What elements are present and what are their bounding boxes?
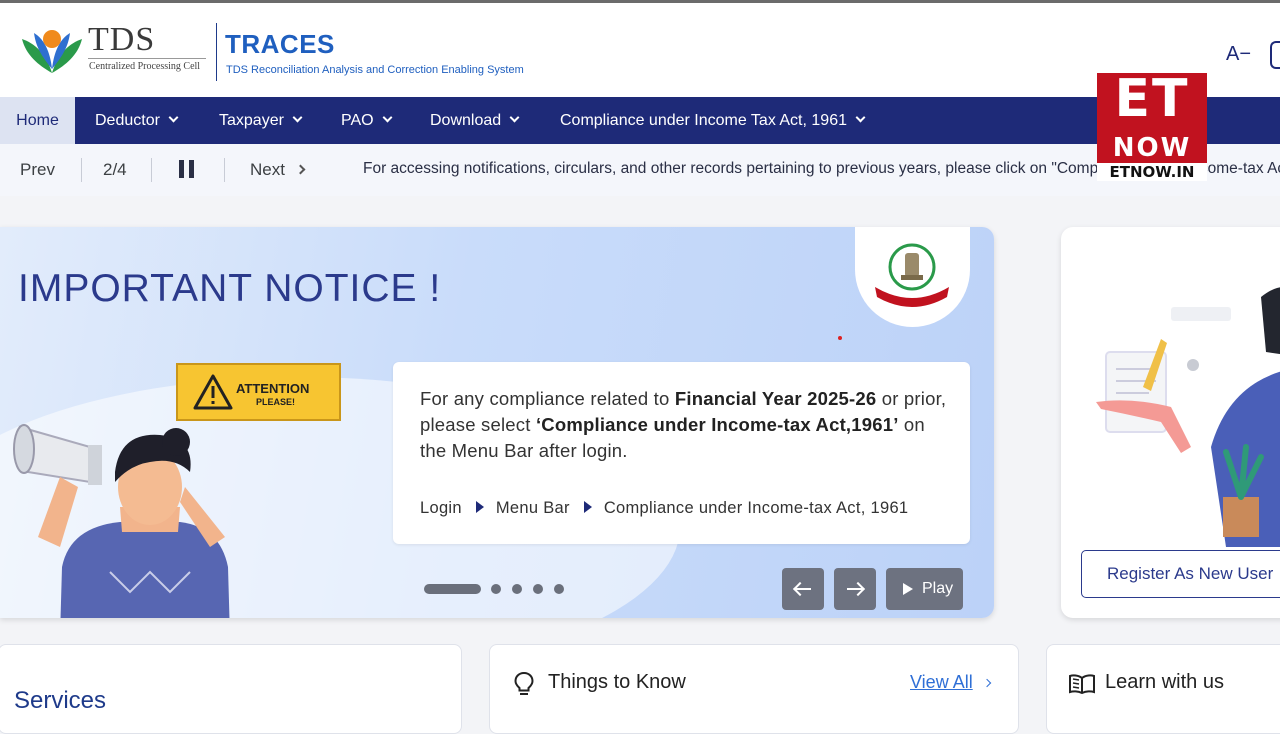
nav-pao-label: PAO: [341, 112, 374, 129]
nav-download-label: Download: [430, 112, 502, 129]
document-signing-illustration: [1096, 287, 1280, 547]
play-icon: [903, 583, 913, 595]
carousel-next-button[interactable]: [834, 568, 876, 610]
megaphone-person-illustration: [13, 424, 230, 618]
nav-pao[interactable]: PAO: [341, 97, 393, 144]
chevron-down-icon: [382, 112, 393, 123]
chevron-down-icon: [509, 112, 520, 123]
nav-compliance-label: Compliance under Income Tax Act, 1961: [560, 112, 847, 129]
nav-home-label: Home: [16, 112, 59, 129]
triangle-right-icon: [583, 501, 592, 513]
carousel-play-button[interactable]: Play: [886, 568, 963, 610]
nav-home[interactable]: Home: [0, 97, 75, 144]
attention-text: ATTENTION: [236, 381, 310, 396]
chevron-right-icon[interactable]: [982, 678, 992, 688]
watermark-now-text: NOW: [1112, 133, 1192, 163]
tds-subtitle: Centralized Processing Cell: [89, 61, 201, 72]
carousel-prev-button[interactable]: [782, 568, 824, 610]
arrow-right-icon: [847, 588, 863, 590]
learn-with-us-title: Learn with us: [1105, 671, 1224, 693]
warning-icon: [193, 374, 233, 410]
chevron-down-icon: [855, 112, 866, 123]
notice-menu-name: ‘Compliance under Income-tax Act,1961’: [535, 414, 899, 435]
watermark-et-text: ET: [1114, 69, 1190, 129]
pause-icon[interactable]: [179, 160, 195, 178]
tds-logo-icon: [22, 30, 82, 73]
chevron-down-icon: [168, 112, 179, 123]
chevron-right-icon: [295, 164, 306, 175]
ticker-divider: [224, 158, 225, 182]
watermark-url: ETNOW.IN: [1097, 163, 1207, 181]
things-to-know-title: Things to Know: [548, 671, 686, 693]
header-separator: [216, 23, 217, 81]
carousel-dot[interactable]: [512, 584, 522, 594]
arrow-left-icon: [795, 588, 811, 590]
carousel-dot[interactable]: [491, 584, 501, 594]
main-nav: Home Deductor Taxpayer PAO Download Comp…: [0, 97, 1280, 144]
tds-logo-text: TDS: [88, 21, 156, 58]
path-step-login: Login: [420, 499, 462, 517]
et-now-watermark: ET NOW ETNOW.IN: [1097, 69, 1207, 181]
nav-deductor-label: Deductor: [95, 112, 160, 129]
path-step-compliance: Compliance under Income-tax Act, 1961: [603, 499, 909, 517]
logo-divider: [88, 58, 206, 59]
lightbulb-icon: [514, 671, 534, 695]
notice-body: For any compliance related to Financial …: [420, 386, 950, 464]
attention-subtext: PLEASE!: [256, 397, 296, 407]
nav-download[interactable]: Download: [430, 97, 520, 144]
nav-compliance[interactable]: Compliance under Income Tax Act, 1961: [560, 97, 866, 144]
nav-deductor[interactable]: Deductor: [95, 97, 179, 144]
carousel-dot[interactable]: [533, 584, 543, 594]
services-card: Services: [0, 644, 462, 734]
notice-financial-year: Financial Year 2025-26: [674, 388, 877, 409]
font-size-toggle-edge[interactable]: [1270, 41, 1280, 69]
banner-title: IMPORTANT NOTICE !: [18, 267, 442, 310]
open-book-icon: [1069, 674, 1095, 694]
path-step-menu-bar: Menu Bar: [495, 499, 570, 517]
carousel-dot[interactable]: [554, 584, 564, 594]
chevron-down-icon: [292, 112, 303, 123]
things-to-know-card: Things to Know View All: [489, 644, 1019, 734]
register-new-user-button[interactable]: Register As New User: [1081, 550, 1280, 598]
carousel-dot-active[interactable]: [424, 584, 481, 594]
decorative-dot: [838, 336, 842, 340]
ticker-divider: [81, 158, 82, 182]
login-side-card: Register As New User: [1061, 227, 1280, 618]
traces-subtitle: TDS Reconciliation Analysis and Correcti…: [226, 64, 524, 76]
notice-banner: IMPORTANT NOTICE ! ATTENTION PLEASE! For…: [0, 227, 994, 618]
learn-with-us-card: Learn with us: [1046, 644, 1280, 734]
site-header: TDS Centralized Processing Cell TRACES T…: [0, 3, 1280, 97]
ticker-counter: 2/4: [103, 160, 127, 179]
navigation-path: Login Menu Bar Compliance under Income-tax…: [420, 499, 908, 518]
notice-card: For any compliance related to Financial …: [393, 362, 970, 544]
ticker-prev-button[interactable]: Prev: [20, 160, 55, 180]
ticker-next-label: Next: [250, 160, 285, 179]
notice-text-part: For any compliance related to: [420, 388, 675, 409]
ticker-next-button[interactable]: Next: [250, 160, 306, 180]
income-tax-emblem: [855, 227, 970, 327]
play-label: Play: [922, 580, 954, 597]
decrease-font-button[interactable]: A−: [1226, 43, 1251, 66]
nav-taxpayer-label: Taxpayer: [219, 112, 284, 129]
income-tax-dept-icon: [875, 243, 949, 307]
triangle-right-icon: [475, 501, 484, 513]
services-title: Services: [14, 687, 107, 714]
nav-taxpayer[interactable]: Taxpayer: [219, 97, 303, 144]
ticker-divider: [151, 158, 152, 182]
view-all-link[interactable]: View All: [910, 672, 973, 693]
traces-title[interactable]: TRACES: [225, 29, 335, 60]
attention-sign: ATTENTION PLEASE!: [176, 363, 341, 421]
